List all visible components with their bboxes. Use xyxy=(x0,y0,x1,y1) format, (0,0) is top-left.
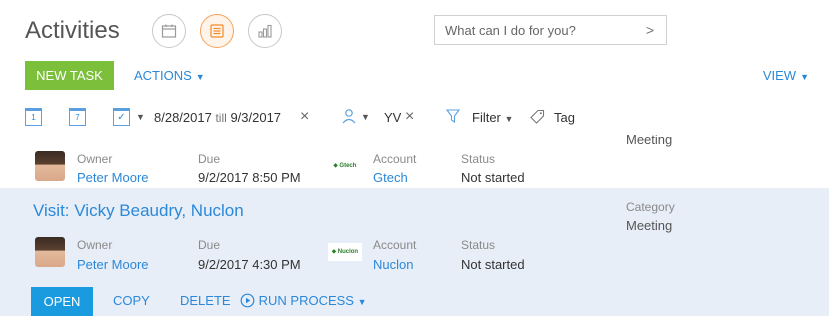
calendar-icon xyxy=(161,24,177,38)
search-input[interactable]: What can I do for you? > xyxy=(434,15,667,45)
account-logo: ⬥ Nuclon xyxy=(328,243,362,261)
view-label: VIEW xyxy=(762,68,797,83)
filter-label: Filter xyxy=(472,110,501,125)
date-range-start: 8/28/2017 xyxy=(154,110,212,125)
week-period-button[interactable]: 7 xyxy=(69,108,86,126)
status-label: Status xyxy=(461,152,496,166)
open-button[interactable]: OPEN xyxy=(31,287,93,316)
list-icon xyxy=(210,24,224,38)
category-label: Category xyxy=(626,200,675,214)
owner-link[interactable]: Peter Moore xyxy=(77,257,149,272)
delete-button[interactable]: DELETE xyxy=(180,293,231,308)
week-badge: 7 xyxy=(75,113,80,122)
clear-owner-icon[interactable]: × xyxy=(405,108,414,126)
clear-date-range-icon[interactable]: × xyxy=(300,108,309,126)
chevron-right-icon[interactable]: > xyxy=(646,22,654,38)
list-view-button[interactable] xyxy=(200,14,234,48)
actions-label: ACTIONS xyxy=(134,68,192,83)
due-value: 9/2/2017 4:30 PM xyxy=(198,257,301,272)
caret-down-icon[interactable]: ▼ xyxy=(136,112,145,122)
owner-filter-value: YV xyxy=(384,110,402,125)
analytics-icon xyxy=(258,24,272,38)
check-icon: ✓ xyxy=(117,112,126,123)
category-value: Meeting xyxy=(626,218,673,233)
run-process-label: RUN PROCESS xyxy=(258,293,354,308)
status-value: Not started xyxy=(461,170,525,185)
due-label: Due xyxy=(198,238,221,252)
account-label: Account xyxy=(373,152,417,166)
owner-label: Owner xyxy=(77,238,113,252)
category-value: Meeting xyxy=(626,135,673,147)
caret-down-icon: ▼ xyxy=(800,72,809,82)
caret-down-icon[interactable]: ▼ xyxy=(361,112,370,122)
account-logo-text: Gtech xyxy=(339,163,357,169)
copy-button[interactable]: COPY xyxy=(113,293,150,308)
user-icon[interactable] xyxy=(341,108,357,124)
day-badge: 1 xyxy=(31,113,36,122)
status-label: Status xyxy=(461,238,496,252)
caret-down-icon: ▼ xyxy=(195,72,205,82)
tag-label[interactable]: Tag xyxy=(554,110,575,125)
due-value: 9/2/2017 8:50 PM xyxy=(198,170,301,185)
account-link[interactable]: Gtech xyxy=(373,170,408,185)
analytics-view-button[interactable] xyxy=(248,14,282,48)
activity-title-link[interactable]: Visit: Vicky Beaudry, Nuclon xyxy=(33,201,244,221)
owner-link[interactable]: Peter Moore xyxy=(77,170,149,185)
status-value: Not started xyxy=(461,257,525,272)
search-placeholder: What can I do for you? xyxy=(445,22,576,38)
page-title: Activities xyxy=(25,17,120,44)
account-label: Account xyxy=(373,238,417,252)
day-period-button[interactable]: 1 xyxy=(25,108,42,126)
account-logo: ⬥ Gtech xyxy=(333,163,357,169)
account-logo-text: Nuclon xyxy=(337,249,359,255)
view-menu[interactable]: VIEW ▼ xyxy=(763,68,809,83)
calendar-view-button[interactable] xyxy=(152,14,186,48)
filter-icon[interactable] xyxy=(446,109,460,123)
due-label: Due xyxy=(198,152,221,166)
custom-period-button[interactable]: ✓ xyxy=(113,108,130,126)
date-range[interactable]: 8/28/2017 till 9/3/2017 xyxy=(154,110,281,125)
filter-menu[interactable]: Filter ▼ xyxy=(472,110,513,125)
play-circle-icon xyxy=(240,293,255,308)
activity-row[interactable]: Meeting Owner Peter Moore Due 9/2/2017 8… xyxy=(0,135,829,188)
owner-label: Owner xyxy=(77,152,113,166)
avatar xyxy=(35,237,65,267)
caret-down-icon: ▼ xyxy=(504,114,514,124)
date-range-end: 9/3/2017 xyxy=(230,110,282,125)
caret-down-icon: ▼ xyxy=(357,297,367,307)
actions-menu[interactable]: ACTIONS ▼ xyxy=(134,68,205,83)
date-range-till: till xyxy=(215,111,227,125)
tag-icon[interactable] xyxy=(530,109,545,124)
avatar xyxy=(35,151,65,181)
new-task-button[interactable]: NEW TASK xyxy=(25,61,114,90)
run-process-menu[interactable]: RUN PROCESS ▼ xyxy=(240,293,367,308)
account-link[interactable]: Nuclon xyxy=(373,257,413,272)
